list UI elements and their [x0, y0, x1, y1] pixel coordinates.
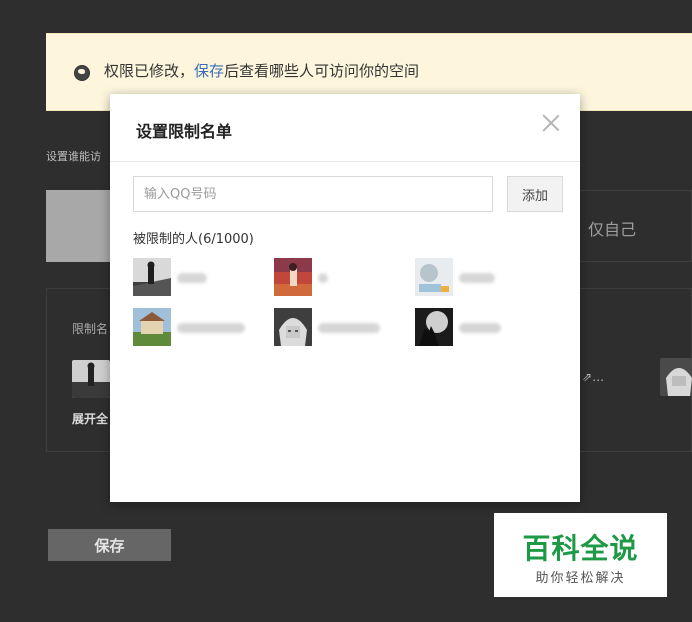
list-item[interactable] [274, 258, 384, 298]
avatar [274, 308, 312, 346]
restrict-list-label: 限制名 [72, 322, 109, 336]
restriction-list-modal: 设置限制名单 添加 被限制的人(6/1000) [110, 94, 580, 502]
user-name [177, 273, 207, 283]
avatar[interactable] [660, 358, 692, 396]
scope-option-self[interactable]: 仅自己 [588, 216, 636, 240]
expand-all-link[interactable]: 展开全 [72, 410, 108, 427]
notice-save-link[interactable]: 保存 [194, 62, 224, 80]
notice-prefix: 权限已修改， [104, 62, 195, 80]
restricted-count: 被限制的人(6/1000) [133, 232, 254, 247]
watermark-title: 百科全说 [522, 532, 639, 565]
notice-suffix: 后查看哪些人可访问你的空间 [224, 62, 420, 80]
avatar [133, 308, 171, 346]
watermark-logo: 百科全说 助你轻松解决 [494, 513, 667, 597]
user-name [459, 273, 495, 283]
add-button[interactable]: 添加 [507, 176, 563, 212]
access-setting-label: 设置谁能访 [46, 150, 101, 163]
qq-number-input[interactable] [133, 176, 493, 212]
avatar[interactable] [72, 360, 110, 398]
more-icon[interactable]: ⇗… [582, 370, 604, 384]
avatar [274, 258, 312, 296]
user-name [459, 323, 501, 333]
close-icon[interactable] [540, 112, 562, 134]
user-name [177, 323, 245, 333]
globe-icon [74, 65, 90, 81]
modal-title: 设置限制名单 [136, 122, 233, 141]
notice-text: 权限已修改，保存后查看哪些人可访问你的空间 [104, 60, 419, 81]
list-item[interactable] [133, 258, 243, 298]
list-item[interactable] [415, 308, 525, 348]
watermark-subtitle: 助你轻松解决 [535, 571, 626, 586]
avatar [133, 258, 171, 296]
modal-divider [110, 161, 580, 162]
avatar [415, 258, 453, 296]
user-name [318, 273, 328, 283]
list-item[interactable] [274, 308, 404, 348]
user-name [318, 323, 380, 333]
more-text: … [592, 370, 605, 384]
avatar [415, 308, 453, 346]
save-button[interactable]: 保存 [48, 529, 171, 561]
list-item[interactable] [415, 258, 525, 298]
list-item[interactable] [133, 308, 263, 348]
